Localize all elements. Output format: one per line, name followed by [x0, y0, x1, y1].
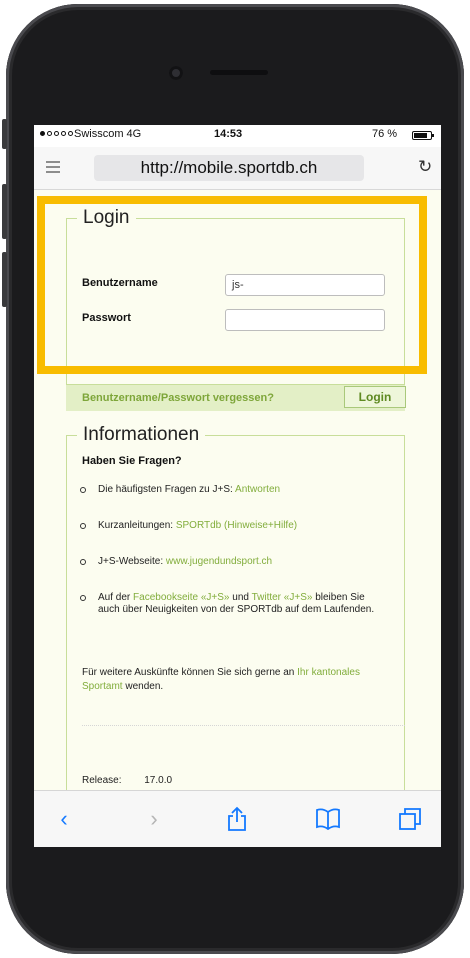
bookmarks-icon[interactable] [314, 805, 342, 833]
release-info: Release: 17.0.0 [82, 775, 172, 786]
bullet-icon [80, 595, 86, 601]
twitter-link[interactable]: Twitter «J+S» [252, 592, 313, 603]
front-camera [169, 66, 183, 80]
item-text: Auf der [98, 592, 131, 603]
release-label: Release: [82, 775, 122, 786]
phone-screen: Swisscom 4G 14:53 76 % http://mobile.spo… [34, 125, 441, 847]
login-button[interactable]: Login [344, 386, 406, 408]
faq-link[interactable]: Antworten [235, 484, 280, 495]
address-bar: http://mobile.sportdb.ch ↻ [34, 147, 441, 190]
forgot-credentials-link[interactable]: Benutzername/Passwort vergessen? [82, 392, 274, 404]
battery-percent: 76 % [372, 128, 398, 140]
reload-icon[interactable]: ↻ [418, 157, 432, 177]
bullet-icon [80, 559, 86, 565]
url-field[interactable]: http://mobile.sportdb.ch [94, 155, 364, 181]
tabs-icon[interactable] [396, 805, 424, 833]
login-actions-row: Benutzername/Passwort vergessen? Login [66, 385, 406, 411]
status-bar: Swisscom 4G 14:53 76 % [34, 125, 441, 147]
bullet-icon [80, 487, 86, 493]
browser-toolbar: ‹ › [34, 790, 441, 847]
paragraph-end: wenden. [125, 681, 164, 692]
contact-paragraph: Für weitere Auskünfte können Sie sich ge… [82, 666, 402, 694]
share-icon[interactable] [223, 805, 251, 833]
facebook-link[interactable]: Facebookseite «J+S» [133, 592, 229, 603]
reader-icon[interactable] [46, 161, 60, 176]
volume-down-button [2, 252, 7, 307]
item-text: J+S-Webseite: [98, 556, 164, 567]
mute-switch [2, 119, 7, 149]
back-icon[interactable]: ‹ [50, 805, 78, 833]
release-value: 17.0.0 [144, 775, 173, 786]
divider [82, 725, 405, 726]
signal-strength-icon [40, 131, 73, 136]
website-link[interactable]: www.jugendundsport.ch [166, 556, 272, 567]
battery-icon [412, 131, 434, 140]
earpiece-speaker [210, 70, 268, 75]
info-legend: Informationen [77, 424, 206, 446]
item-text: Kurzanleitungen: [98, 520, 174, 531]
forward-icon[interactable]: › [140, 805, 168, 833]
home-area [46, 844, 436, 944]
volume-up-button [2, 184, 7, 239]
web-page: Login Benutzername js- Passwort Benutzer… [34, 190, 441, 847]
item-text: und [232, 592, 249, 603]
bullet-icon [80, 523, 86, 529]
login-highlight-frame [37, 196, 427, 374]
paragraph-text: Für weitere Auskünfte können Sie sich ge… [82, 667, 295, 678]
item-text: Die häufigsten Fragen zu J+S: [98, 484, 233, 495]
sportdb-help-link[interactable]: SPORTdb (Hinweise+Hilfe) [176, 520, 297, 531]
info-heading: Haben Sie Fragen? [82, 455, 182, 467]
clock: 14:53 [214, 128, 243, 140]
carrier-label: Swisscom 4G [74, 128, 142, 140]
